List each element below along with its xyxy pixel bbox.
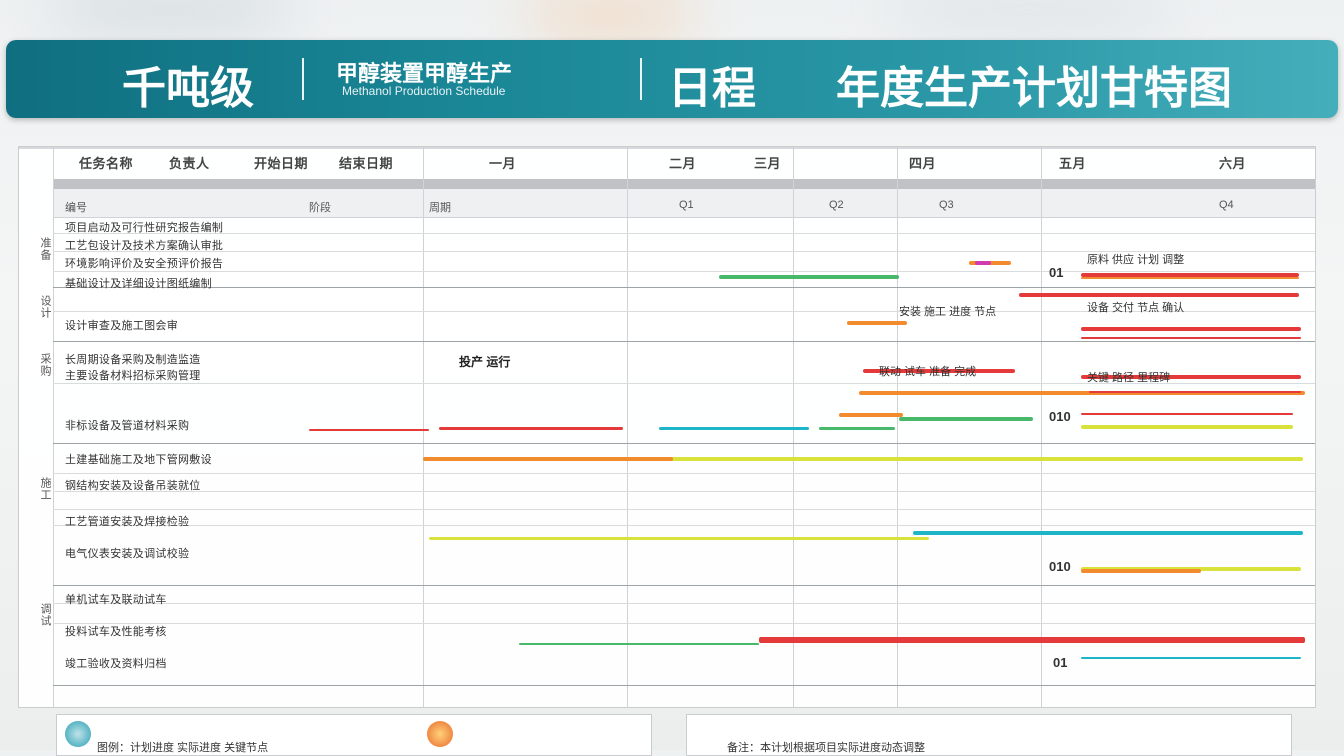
- task-label: 长周期设备采购及制造监造: [65, 354, 201, 366]
- col-header-end: 结束日期: [339, 156, 394, 171]
- col-header-month-5: 五月: [1059, 156, 1087, 171]
- gantt-bar: [913, 531, 1303, 535]
- gantt-bar: [719, 275, 899, 279]
- milestone-marker: 01: [1053, 655, 1068, 670]
- header-divider-right: [640, 58, 642, 100]
- grid-hline: [53, 341, 1315, 342]
- grid-hline: [53, 585, 1315, 586]
- gantt-bar: [847, 321, 907, 325]
- col-header-month-4: 四月: [909, 156, 937, 171]
- task-label: 工艺包设计及技术方案确认审批: [65, 240, 224, 252]
- subhead-index: 编号: [65, 202, 87, 214]
- gantt-bar: [1081, 569, 1201, 573]
- remarks-icon: [427, 721, 453, 747]
- grid-hline: [53, 271, 1315, 272]
- col-header-owner: 负责人: [169, 156, 210, 171]
- group-label: 设计: [39, 295, 51, 319]
- col-header-month-2: 二月: [669, 156, 697, 171]
- task-label: 主要设备材料招标采购管理: [65, 370, 201, 382]
- subhead-q3: Q3: [939, 199, 954, 211]
- gantt-bar: [1081, 413, 1293, 415]
- gantt-bar: [899, 417, 1033, 421]
- group-label: 施工: [39, 477, 51, 501]
- task-label: 单机试车及联动试车: [65, 594, 167, 606]
- gantt-bar: [839, 413, 903, 417]
- task-label: 土建基础施工及地下管网敷设: [65, 454, 212, 466]
- gantt-bar: [309, 429, 429, 431]
- task-label: 非标设备及管道材料采购: [65, 420, 190, 432]
- subhead-period: 周期: [429, 202, 451, 214]
- col-header-month-1: 一月: [489, 156, 517, 171]
- gantt-bar: [1081, 327, 1301, 331]
- group-label: 调试: [39, 603, 51, 627]
- grid-hline: [53, 623, 1315, 624]
- grid-hline: [53, 473, 1315, 474]
- col-header-month-3: 三月: [754, 156, 782, 171]
- gantt-chart: 任务名称 负责人 开始日期 结束日期 一月 二月 三月 四月 五月 六月 编号 …: [18, 146, 1316, 708]
- annotation: 安装 施工 进度 节点: [899, 306, 997, 318]
- gantt-bar: [423, 457, 673, 461]
- col-header-start: 开始日期: [254, 156, 309, 171]
- col-header-month-6: 六月: [1219, 156, 1247, 171]
- subheader-bar: [53, 179, 1315, 189]
- annotation: 联动 试车 准备 完成: [879, 366, 977, 378]
- header-title-mid: 日程: [668, 63, 756, 114]
- grid-hline: [53, 443, 1315, 444]
- header-title-sub-bottom: Methanol Production Schedule: [342, 84, 506, 98]
- gantt-bar: [1081, 277, 1299, 279]
- subhead-q2: Q2: [829, 199, 844, 211]
- task-label: 设计审查及施工图会审: [65, 320, 178, 332]
- top-rule: [19, 147, 1315, 149]
- col-header-task: 任务名称: [79, 156, 134, 171]
- gantt-bar: [975, 261, 991, 265]
- annotation: 原料 供应 计划 调整: [1087, 254, 1185, 266]
- gantt-bar: [519, 643, 759, 645]
- remarks-text: 备注：本计划根据项目实际进度动态调整: [727, 742, 925, 754]
- task-label: 电气仪表安装及调试校验: [65, 548, 190, 560]
- task-label: 投料试车及性能考核: [65, 626, 167, 638]
- grid-hline: [53, 525, 1315, 526]
- task-label: 钢结构安装及设备吊装就位: [65, 480, 201, 492]
- group-label: 采购: [39, 353, 51, 377]
- gantt-bar: [759, 637, 1305, 643]
- gantt-bar: [819, 427, 895, 430]
- annotation: 关键 路径 里程碑: [1087, 372, 1171, 384]
- gantt-bar: [1081, 337, 1301, 339]
- legend-text: 图例：计划进度 实际进度 关键节点: [97, 742, 269, 754]
- gantt-bar: [439, 427, 623, 430]
- group-label: 准备: [39, 237, 51, 261]
- milestone-marker: 010: [1049, 409, 1071, 424]
- gantt-bar: [1019, 293, 1299, 297]
- grid-hline: [53, 491, 1315, 492]
- grid-hline: [53, 603, 1315, 604]
- milestone-marker: 010: [1049, 559, 1071, 574]
- task-label: 工艺管道安装及焊接检验: [65, 516, 190, 528]
- task-label: 基础设计及详细设计图纸编制: [65, 278, 212, 290]
- annotation: 设备 交付 节点 确认: [1087, 302, 1185, 314]
- subhead-q4: Q4: [1219, 199, 1234, 211]
- task-label: 环境影响评价及安全预评价报告: [65, 258, 224, 270]
- gantt-bar: [429, 537, 929, 540]
- task-label: 竣工验收及资料归档: [65, 658, 167, 670]
- subhead-q1: Q1: [679, 199, 694, 211]
- legend-icon: [65, 721, 91, 747]
- annotation: 投产 运行: [459, 355, 511, 369]
- task-label: 项目启动及可行性研究报告编制: [65, 222, 224, 234]
- grid-hline: [53, 287, 1315, 288]
- header-title-main: 千吨级: [122, 63, 254, 114]
- subhead-phase: 阶段: [309, 202, 331, 214]
- grid-hline: [53, 685, 1315, 686]
- header-divider-left: [302, 58, 304, 100]
- milestone-marker: 01: [1049, 265, 1064, 280]
- grid-hline: [53, 509, 1315, 510]
- header-title-right: 年度生产计划甘特图: [836, 63, 1232, 114]
- gantt-bar: [1081, 425, 1293, 429]
- gantt-bar: [1081, 657, 1301, 659]
- grid-hline: [53, 233, 1315, 234]
- gantt-bar: [1089, 391, 1301, 393]
- gantt-bar: [659, 427, 809, 430]
